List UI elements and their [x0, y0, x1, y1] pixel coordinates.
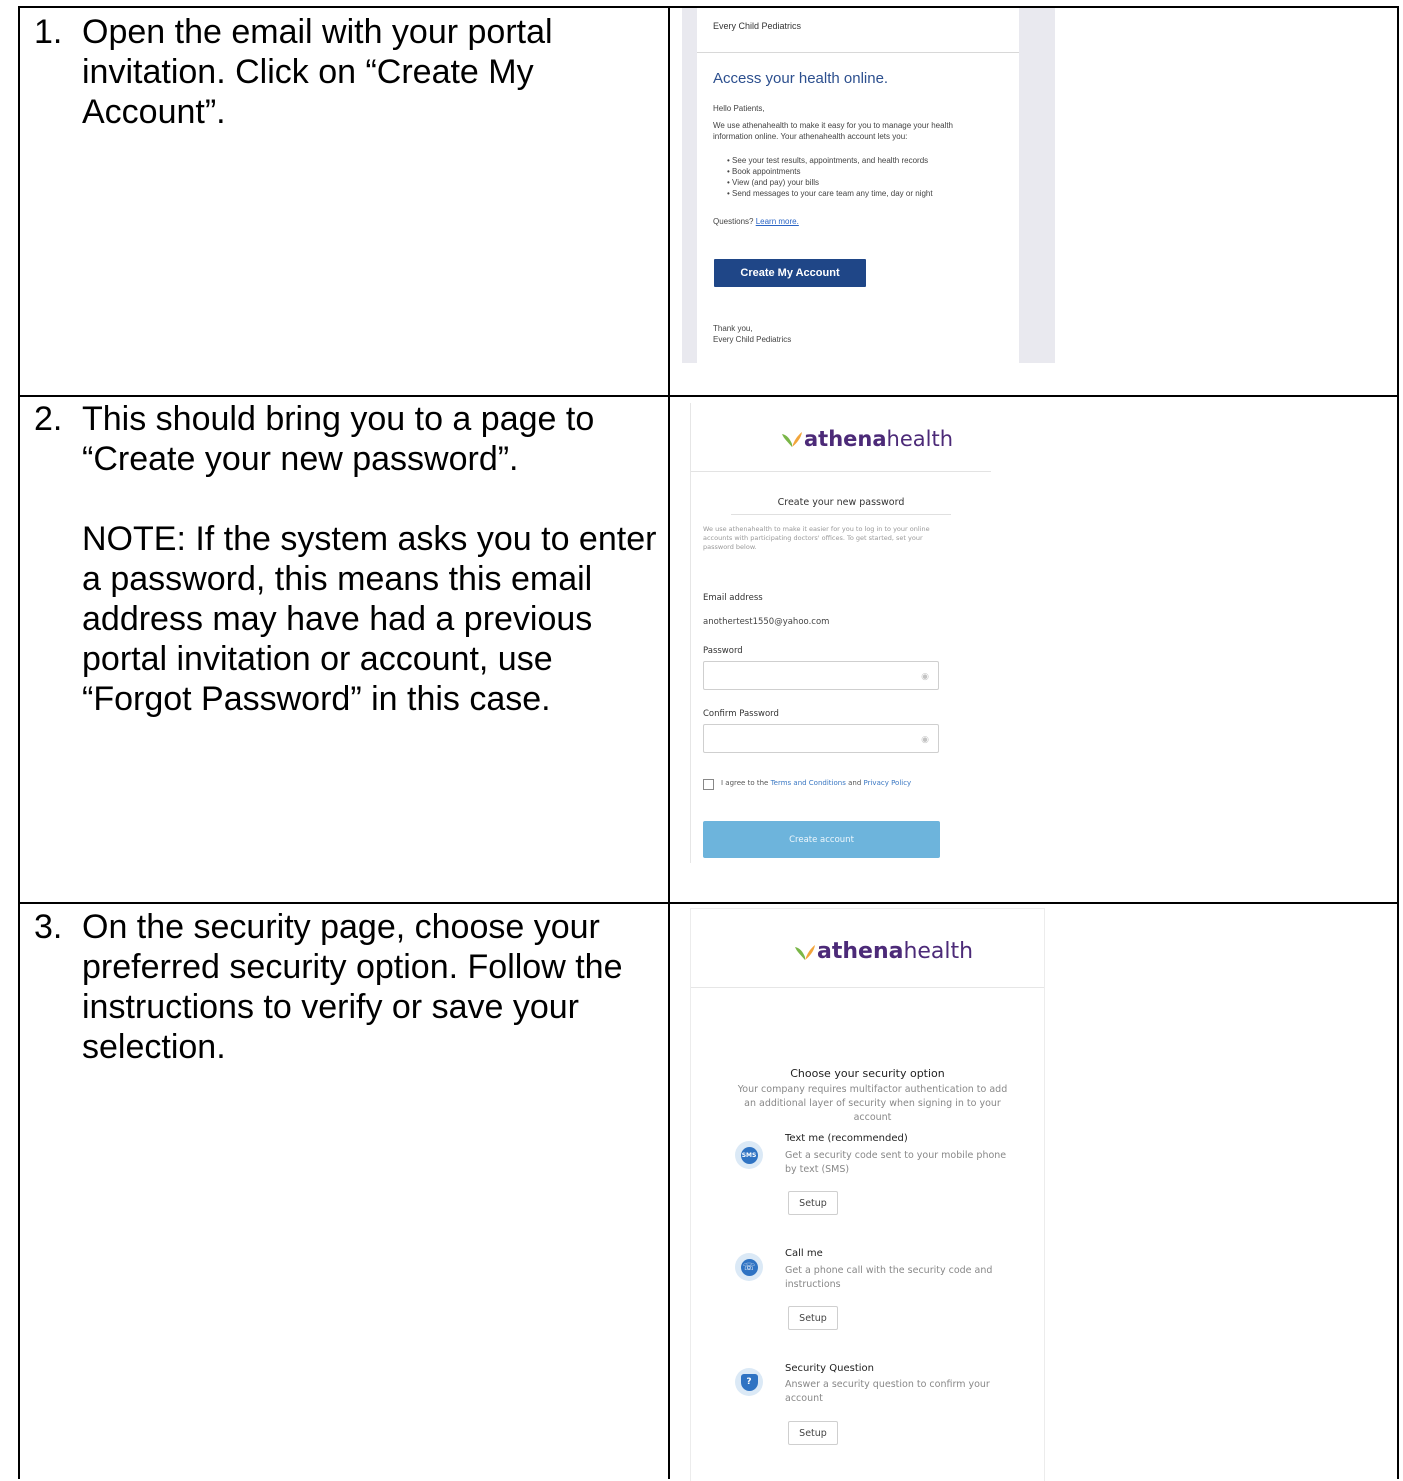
password-label: Password — [703, 646, 743, 656]
questions-label: Questions? — [713, 217, 754, 226]
leaf-logo-icon — [795, 944, 815, 960]
step-row-3: 3. On the security page, choose your pre… — [18, 902, 1399, 1481]
step-text-cell: 2. This should bring you to a page to “C… — [18, 395, 670, 904]
step-row-2: 2. This should bring you to a page to “C… — [18, 395, 1399, 904]
athenahealth-logo: athena health — [781, 427, 953, 451]
email-signoff: Thank you, Every Child Pediatrics — [713, 323, 791, 345]
option-description: Get a phone call with the security code … — [785, 1265, 993, 1290]
thanks-text: Thank you, — [713, 324, 753, 333]
leaf-logo-icon — [782, 432, 802, 447]
logo-athena-text: athena — [817, 939, 904, 964]
list-item: Send messages to your care team any time… — [727, 188, 933, 199]
agree-text: I agree to the Terms and Conditions and … — [721, 778, 951, 788]
email-sender: Every Child Pediatrics — [713, 21, 802, 31]
email-background: Every Child Pediatrics Access your healt… — [682, 8, 1055, 363]
step-text-cell: 1. Open the email with your portal invit… — [18, 6, 670, 397]
email-intro: We use athenahealth to make it easy for … — [713, 121, 953, 141]
step-number: 3. — [34, 908, 63, 946]
email-label: Email address — [703, 593, 763, 603]
step-screenshot-cell: athena health Create your new password We… — [668, 395, 1399, 904]
list-item: Book appointments — [727, 166, 933, 177]
eye-icon[interactable]: ◉ — [921, 672, 929, 682]
list-item: See your test results, appointments, and… — [727, 155, 933, 166]
logo-health-text: health — [903, 939, 974, 964]
step-screenshot-cell: athena health Choose your security option… — [668, 902, 1399, 1481]
page-title: Create your new password — [777, 497, 905, 508]
page-intro: We use athenahealth to make it easier fo… — [703, 525, 930, 551]
email-bullet-list: See your test results, appointments, and… — [727, 155, 933, 199]
email-card: Every Child Pediatrics Access your healt… — [697, 8, 1019, 363]
learn-more-link[interactable]: Learn more. — [756, 217, 799, 226]
step-3: 3. On the security page, choose your pre… — [20, 904, 668, 1067]
option-title: Text me (recommended) — [785, 1133, 908, 1144]
privacy-link[interactable]: Privacy Policy — [864, 779, 912, 787]
step-row-1: 1. Open the email with your portal invit… — [18, 6, 1399, 397]
security-page: athena health Choose your security option… — [690, 908, 1045, 1481]
step-text-cell: 3. On the security page, choose your pre… — [18, 902, 670, 1479]
option-description: Get a security code sent to your mobile … — [785, 1150, 1007, 1175]
option-title: Call me — [785, 1248, 823, 1259]
email-questions: Questions? Learn more. — [713, 217, 799, 226]
terms-link[interactable]: Terms and Conditions — [771, 779, 846, 787]
title-divider — [731, 514, 951, 515]
shield-icon: ? — [735, 1368, 763, 1396]
page-subtitle: Your company requires multifactor authen… — [737, 1084, 1008, 1123]
option-description: Answer a security question to confirm yo… — [785, 1379, 990, 1404]
password-field[interactable]: ◉ — [703, 661, 939, 690]
agree-checkbox[interactable] — [703, 779, 714, 790]
step-paragraph: On the security page, choose your prefer… — [82, 908, 623, 1066]
step-paragraph: This should bring you to a page to “Crea… — [82, 400, 595, 478]
agree-prefix: I agree to the — [721, 779, 769, 787]
confirm-password-field[interactable]: ◉ — [703, 724, 939, 753]
step-screenshot-cell: Every Child Pediatrics Access your healt… — [668, 6, 1399, 397]
page-title: Choose your security option — [790, 1067, 945, 1080]
email-value: anothertest1550@yahoo.com — [703, 617, 830, 627]
create-my-account-button[interactable]: Create My Account — [714, 259, 866, 287]
header-divider — [691, 471, 991, 472]
setup-call-button[interactable]: Setup — [788, 1306, 838, 1330]
phone-icon: ☏ — [735, 1253, 763, 1281]
header-divider — [691, 987, 1044, 988]
step-1: 1. Open the email with your portal invit… — [20, 8, 668, 132]
agree-and: and — [848, 779, 862, 787]
email-greeting: Hello Patients, — [713, 104, 765, 113]
confirm-password-label: Confirm Password — [703, 709, 779, 719]
instructions-table: 1. Open the email with your portal invit… — [18, 6, 1399, 1481]
list-item: View (and pay) your bills — [727, 177, 933, 188]
setup-text-button[interactable]: Setup — [788, 1191, 838, 1215]
setup-question-button[interactable]: Setup — [788, 1421, 838, 1445]
step-paragraph: Open the email with your portal invitati… — [82, 13, 553, 131]
athenahealth-logo: athena health — [794, 939, 973, 964]
option-title: Security Question — [785, 1363, 874, 1374]
step-note: NOTE: If the system asks you to enter a … — [82, 520, 657, 718]
logo-health-text: health — [886, 427, 954, 451]
email-heading: Access your health online. — [713, 70, 889, 87]
step-2: 2. This should bring you to a page to “C… — [20, 397, 668, 719]
email-divider — [697, 52, 1019, 53]
create-account-button[interactable]: Create account — [703, 821, 940, 858]
logo-athena-text: athena — [804, 427, 887, 451]
step-number: 2. — [34, 400, 63, 438]
sms-icon: SMS — [735, 1141, 763, 1169]
eye-icon[interactable]: ◉ — [921, 735, 929, 745]
password-page: athena health Create your new password We… — [690, 403, 991, 863]
step-number: 1. — [34, 13, 63, 51]
signature-text: Every Child Pediatrics — [713, 335, 792, 344]
